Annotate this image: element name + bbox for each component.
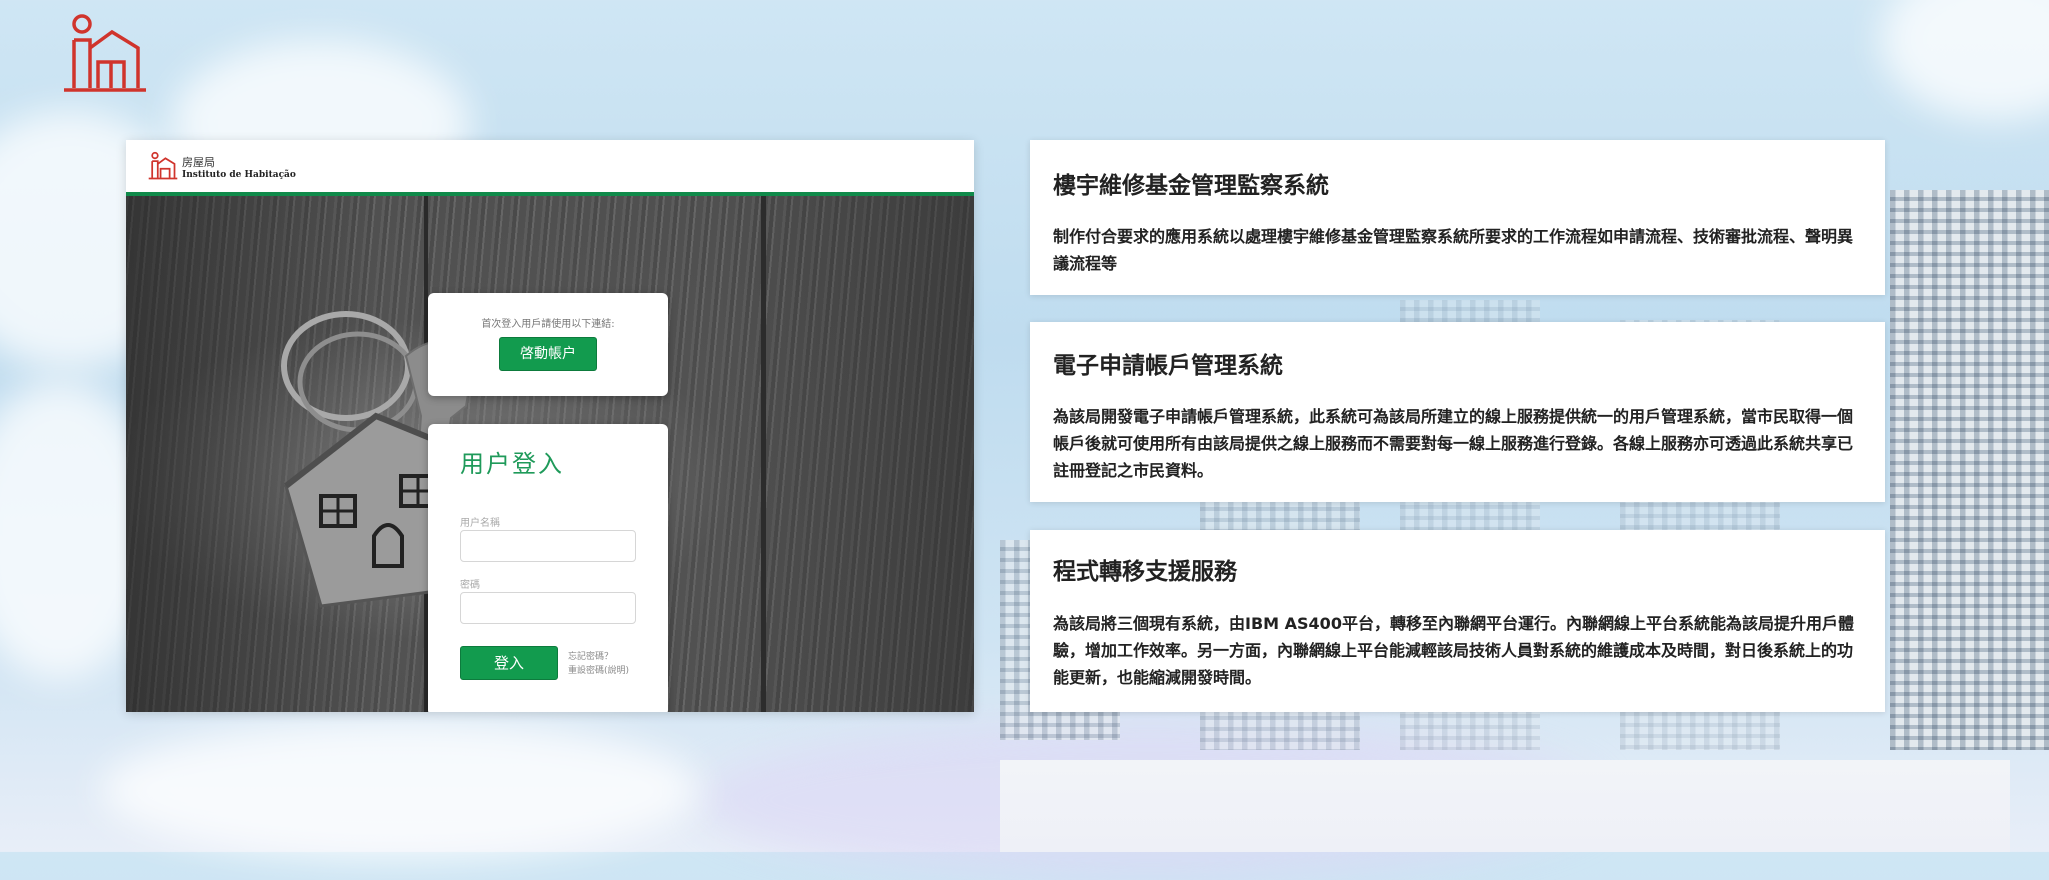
password-input[interactable] (460, 592, 636, 624)
info-card-account-management: 電子申請帳戶管理系統 為該局開發電子申請帳戶管理系統，此系統可為該局所建立的線上… (1030, 322, 1885, 502)
username-input[interactable] (460, 530, 636, 562)
info-card-title: 程式轉移支援服務 (1053, 559, 1237, 585)
org-name-chinese: 房屋局 (182, 156, 215, 169)
reset-password-link[interactable]: 重設密碼(說明) (568, 664, 629, 678)
activate-account-button[interactable]: 啓動帳户 (499, 337, 597, 371)
forgot-password-link[interactable]: 忘記密碼？ (568, 650, 629, 664)
activate-account-card: 首次登入用戶請使用以下連結: 啓動帳户 (428, 293, 668, 396)
password-links: 忘記密碼？ 重設密碼(說明) (568, 650, 629, 678)
house-key-photo: 首次登入用戶請使用以下連結: 啓動帳户 用户登入 用户名稱 密碼 登入 忘記密碼… (126, 196, 974, 712)
info-card-body: 制作付合要求的應用系統以處理樓宇維修基金管理監察系統所要求的工作流程如申請流程、… (1053, 227, 1854, 273)
info-card-program-migration: 程式轉移支援服務 為該局將三個現有系統，由IBM AS400平台，轉移至內聯網平… (1030, 530, 1885, 712)
info-card-title: 電子申請帳戶管理系統 (1053, 353, 1283, 379)
info-card-maintenance-fund: 樓宇維修基金管理監察系統 制作付合要求的應用系統以處理樓宇維修基金管理監察系統所… (1030, 140, 1885, 295)
first-login-hint: 首次登入用戶請使用以下連結: (481, 319, 615, 330)
org-name-portuguese: Instituto de Habitação (182, 170, 296, 180)
login-form-card: 用户登入 用户名稱 密碼 登入 忘記密碼？ 重設密碼(說明) (428, 424, 668, 712)
password-label: 密碼 (460, 580, 480, 591)
housing-bureau-logo-icon (64, 14, 146, 92)
login-button[interactable]: 登入 (460, 646, 558, 680)
info-card-title: 樓宇維修基金管理監察系統 (1053, 173, 1329, 199)
panel-header: 房屋局 Instituto de Habitação (126, 140, 974, 196)
login-panel: 房屋局 Instituto de Habitação 首次登入用戶請使用以下連結… (126, 140, 974, 712)
username-label: 用户名稱 (460, 518, 500, 529)
info-card-body: 為該局開發電子申請帳戶管理系統，此系統可為該局所建立的線上服務提供統一的用戶管理… (1053, 407, 1854, 480)
login-title: 用户登入 (460, 450, 564, 478)
info-card-body: 為該局將三個現有系統，由IBM AS400平台，轉移至內聯網平台運行。內聯網線上… (1053, 614, 1854, 687)
housing-bureau-small-logo-icon (148, 151, 178, 180)
